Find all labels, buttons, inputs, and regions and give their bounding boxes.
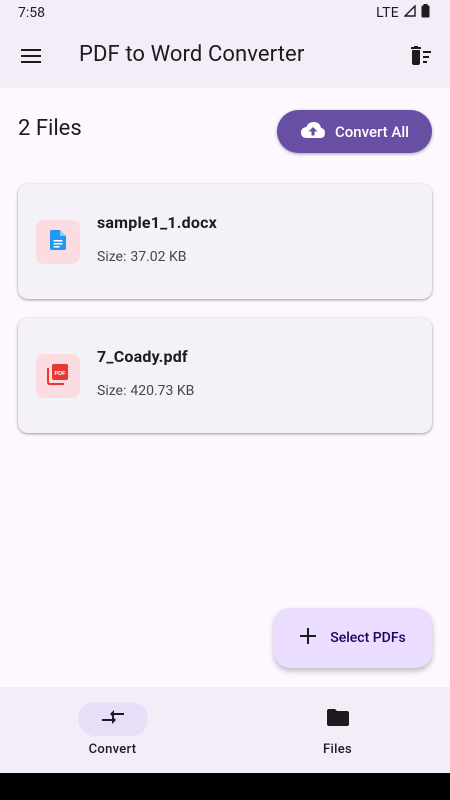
bottom-navigation: Convert Files [0, 687, 450, 773]
pdf-icon: PDF [47, 363, 69, 389]
menu-button[interactable] [14, 41, 48, 75]
select-pdfs-label: Select PDFs [330, 630, 406, 646]
file-size: Size: 37.02 KB [97, 249, 187, 265]
nav-indicator [303, 702, 373, 736]
nav-indicator [78, 702, 148, 736]
network-type: LTE [376, 5, 399, 21]
file-size-value: 37.02 KB [130, 249, 187, 265]
svg-text:PDF: PDF [55, 371, 67, 377]
file-size-label: Size: [97, 383, 127, 399]
delete-all-button[interactable] [404, 41, 438, 75]
plus-icon [300, 628, 317, 648]
nav-item-files[interactable]: Files [225, 687, 450, 773]
files-count-heading: 2 Files [18, 116, 82, 141]
status-bar: 7:58 LTE [0, 0, 450, 26]
app-screen: 7:58 LTE PDF to Word Converter 2 Files C… [0, 0, 450, 800]
status-time: 7:58 [18, 5, 45, 21]
file-size: Size: 420.73 KB [97, 383, 194, 399]
file-thumbnail [36, 220, 80, 264]
document-icon [50, 230, 66, 254]
cloud-upload-icon [300, 121, 326, 143]
folder-icon [327, 708, 349, 730]
delete-sweep-icon [410, 46, 432, 70]
compare-arrows-icon [101, 709, 125, 729]
top-app-bar: PDF to Word Converter [0, 26, 450, 88]
select-pdfs-fab[interactable]: Select PDFs [274, 608, 432, 668]
nav-label-files: Files [323, 742, 352, 757]
signal-icon [403, 4, 416, 21]
file-card[interactable]: sample1_1.docx Size: 37.02 KB [18, 184, 432, 299]
file-name: sample1_1.docx [97, 213, 217, 232]
file-card[interactable]: PDF 7_Coady.pdf Size: 420.73 KB [18, 318, 432, 433]
app-title: PDF to Word Converter [79, 42, 305, 67]
nav-label-convert: Convert [88, 742, 137, 757]
menu-icon [21, 48, 41, 68]
file-size-label: Size: [97, 249, 127, 265]
status-indicators: LTE [376, 4, 430, 22]
file-name: 7_Coady.pdf [97, 347, 188, 366]
file-size-value: 420.73 KB [130, 383, 195, 399]
convert-all-label: Convert All [334, 122, 410, 141]
nav-item-convert[interactable]: Convert [0, 687, 225, 773]
battery-icon [421, 4, 430, 22]
file-thumbnail: PDF [36, 354, 80, 398]
convert-all-button[interactable]: Convert All [277, 110, 432, 153]
system-gesture-area [0, 773, 450, 800]
